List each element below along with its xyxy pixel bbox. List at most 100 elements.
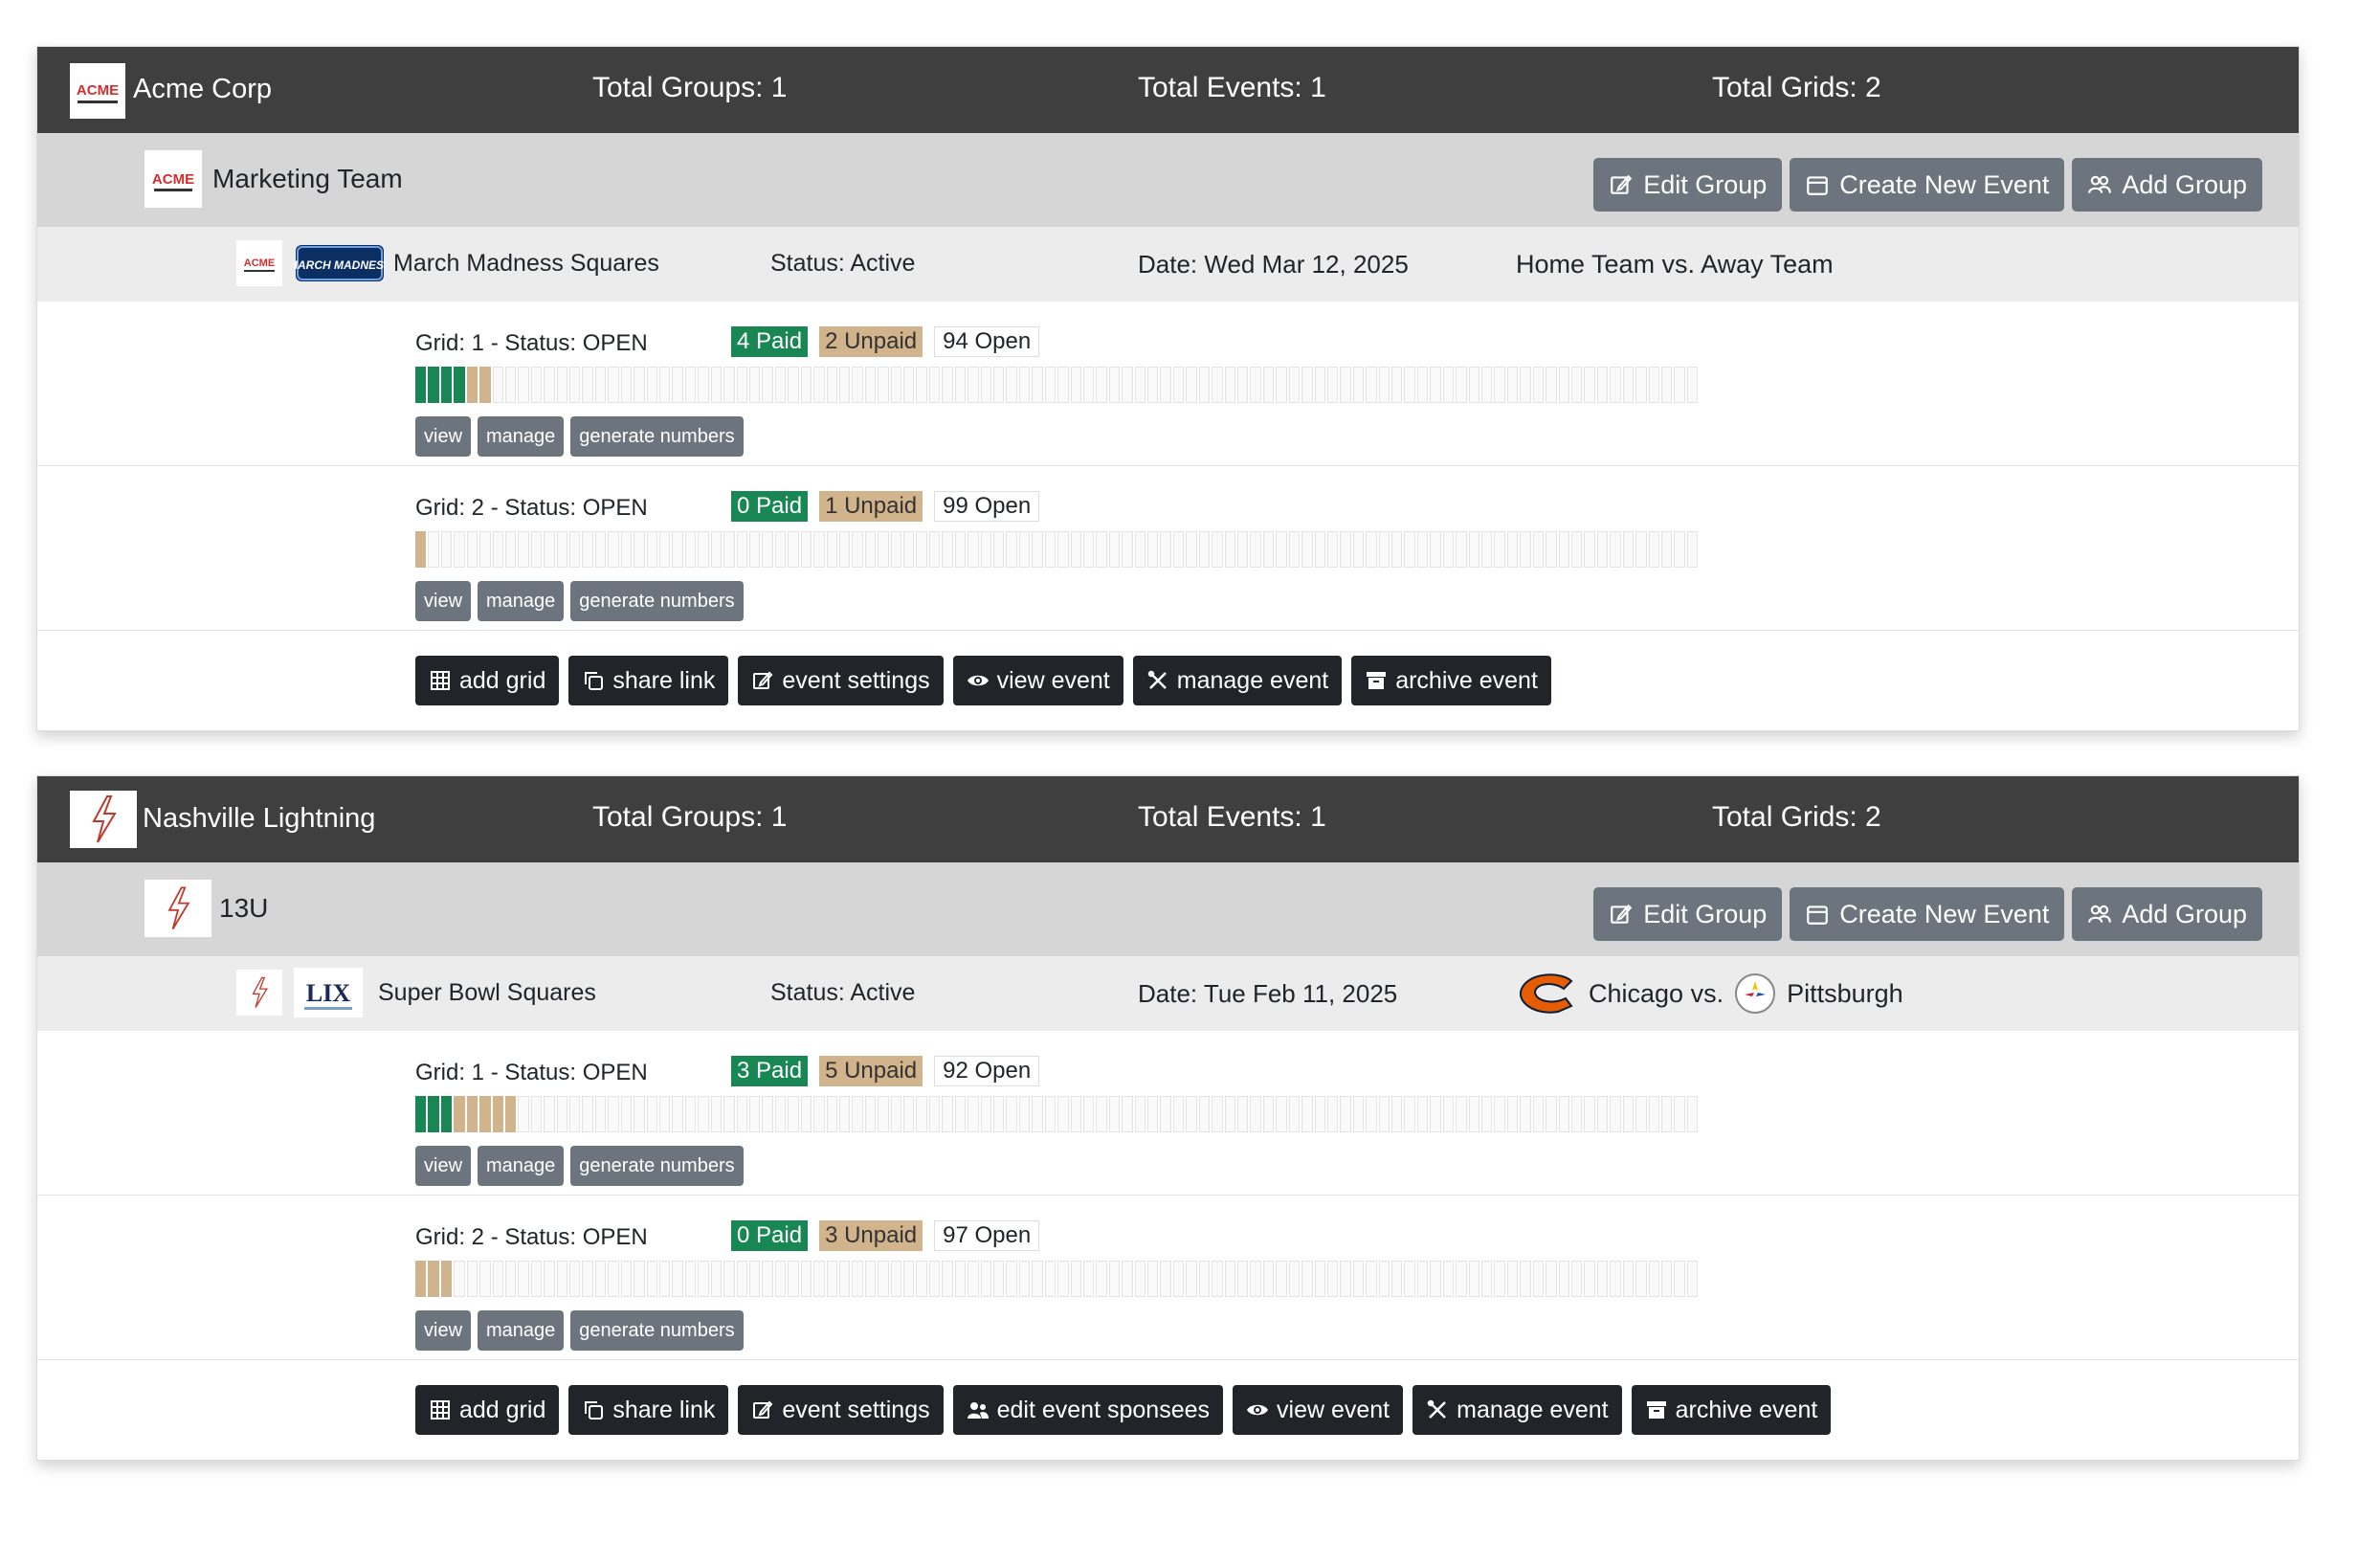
square-open bbox=[1172, 531, 1185, 568]
square-open bbox=[698, 1261, 709, 1297]
edit-group-button[interactable]: Edit Group bbox=[1593, 158, 1783, 212]
grid-progress bbox=[415, 367, 1699, 403]
square-open bbox=[1430, 1096, 1441, 1132]
square-open bbox=[968, 1261, 979, 1297]
edit-icon bbox=[753, 1400, 773, 1419]
grid-title: Grid: 1 - Status: OPEN bbox=[415, 330, 648, 356]
manage-grid-button[interactable]: manage bbox=[478, 1310, 565, 1351]
square-open bbox=[1648, 1261, 1659, 1297]
add-group-button[interactable]: Add Group bbox=[2072, 158, 2262, 212]
square-open bbox=[992, 1261, 1005, 1297]
square-open bbox=[1224, 1261, 1235, 1297]
square-open bbox=[710, 1261, 723, 1297]
generate-numbers-button[interactable]: generate numbers bbox=[570, 416, 744, 457]
unpaid-badge: 2 Unpaid bbox=[819, 326, 923, 357]
square-open bbox=[1108, 367, 1121, 403]
square-open bbox=[723, 1261, 735, 1297]
view-grid-button[interactable]: view bbox=[415, 416, 472, 457]
add-grid-button[interactable]: add grid bbox=[415, 1385, 560, 1435]
square-open bbox=[1391, 367, 1403, 403]
square-open bbox=[1301, 1261, 1313, 1297]
square-open bbox=[466, 1261, 478, 1297]
create-new-event-button[interactable]: Create New Event bbox=[1790, 887, 2065, 941]
manage-grid-button[interactable]: manage bbox=[478, 416, 565, 457]
generate-numbers-button[interactable]: generate numbers bbox=[570, 581, 744, 621]
square-open bbox=[774, 1096, 787, 1132]
square-open bbox=[1070, 1261, 1081, 1297]
square-open bbox=[659, 531, 671, 568]
generate-numbers-button[interactable]: generate numbers bbox=[570, 1310, 744, 1351]
square-open bbox=[1635, 1261, 1647, 1297]
generate-numbers-button[interactable]: generate numbers bbox=[570, 1146, 744, 1186]
square-open bbox=[852, 1096, 863, 1132]
grid-badges: 0 Paid 1 Unpaid 99 Open bbox=[731, 491, 1040, 522]
view-grid-button[interactable]: view bbox=[415, 581, 472, 621]
svg-text:MARCH MADNESS: MARCH MADNESS bbox=[294, 258, 386, 272]
square-open bbox=[1070, 367, 1081, 403]
archive-event-button[interactable]: archive event bbox=[1631, 1385, 1832, 1435]
square-open bbox=[684, 1096, 697, 1132]
square-open bbox=[903, 1096, 915, 1132]
super-bowl-logo: LIX bbox=[294, 968, 363, 1017]
square-open bbox=[1366, 1261, 1377, 1297]
view-grid-button[interactable]: view bbox=[415, 1310, 472, 1351]
square-open bbox=[788, 1096, 799, 1132]
square-open bbox=[1584, 531, 1595, 568]
square-paid bbox=[440, 1096, 453, 1132]
paid-badge: 3 Paid bbox=[731, 1056, 809, 1086]
square-open bbox=[594, 367, 607, 403]
total-events: Total Events: 1 bbox=[1138, 72, 1326, 103]
manage-grid-button[interactable]: manage bbox=[478, 581, 565, 621]
view-grid-button[interactable]: view bbox=[415, 1146, 472, 1186]
grid-row: Grid: 1 - Status: OPEN 3 Paid 5 Unpaid 9… bbox=[37, 1031, 2299, 1196]
lightning-icon bbox=[252, 976, 268, 1008]
event-settings-button[interactable]: event settings bbox=[738, 656, 944, 705]
add-group-button[interactable]: Add Group bbox=[2072, 887, 2262, 941]
add-grid-button[interactable]: add grid bbox=[415, 656, 560, 705]
square-open bbox=[1301, 531, 1313, 568]
manage-event-button[interactable]: manage event bbox=[1132, 656, 1343, 705]
square-open bbox=[1622, 531, 1635, 568]
event-org-logo: ACME bbox=[236, 240, 282, 286]
open-badge: 97 Open bbox=[934, 1220, 1040, 1251]
square-open bbox=[1160, 1261, 1171, 1297]
square-open bbox=[1212, 1261, 1223, 1297]
view-event-button[interactable]: view event bbox=[1233, 1385, 1404, 1435]
square-open bbox=[1558, 1096, 1569, 1132]
event-settings-button[interactable]: event settings bbox=[738, 1385, 944, 1435]
eye-icon bbox=[967, 675, 989, 686]
square-open bbox=[1442, 1096, 1455, 1132]
archive-event-button[interactable]: archive event bbox=[1351, 656, 1551, 705]
square-open bbox=[479, 531, 491, 568]
square-open bbox=[826, 367, 837, 403]
share-link-button[interactable]: share link bbox=[568, 1385, 729, 1435]
edit-group-button[interactable]: Edit Group bbox=[1593, 887, 1783, 941]
square-open bbox=[1546, 367, 1557, 403]
square-open bbox=[1032, 1261, 1043, 1297]
org-card: ACME Acme Corp Total Groups: 1 Total Eve… bbox=[36, 46, 2300, 731]
square-open bbox=[1314, 367, 1325, 403]
square-open bbox=[1596, 531, 1609, 568]
square-open bbox=[1686, 1096, 1699, 1132]
view-event-button[interactable]: view event bbox=[952, 656, 1123, 705]
create-new-event-button[interactable]: Create New Event bbox=[1790, 158, 2065, 212]
edit-event-sponsees-button[interactable]: edit event sponsees bbox=[952, 1385, 1224, 1435]
manage-event-button[interactable]: manage event bbox=[1412, 1385, 1622, 1435]
manage-grid-button[interactable]: manage bbox=[478, 1146, 565, 1186]
dashboard: ACME Acme Corp Total Groups: 1 Total Eve… bbox=[36, 46, 2300, 1505]
square-open bbox=[659, 1096, 671, 1132]
unpaid-badge: 3 Unpaid bbox=[819, 1220, 923, 1251]
unpaid-badge: 5 Unpaid bbox=[819, 1056, 923, 1086]
square-open bbox=[1122, 1096, 1133, 1132]
share-link-button[interactable]: share link bbox=[568, 656, 729, 705]
square-open bbox=[698, 367, 709, 403]
square-open bbox=[1326, 1261, 1339, 1297]
square-open bbox=[1057, 1261, 1069, 1297]
square-open bbox=[992, 531, 1005, 568]
grid-badges: 4 Paid 2 Unpaid 94 Open bbox=[731, 326, 1040, 357]
square-open bbox=[466, 531, 478, 568]
square-open bbox=[942, 531, 953, 568]
square-open bbox=[1391, 1261, 1403, 1297]
square-open bbox=[748, 1096, 761, 1132]
square-open bbox=[1250, 367, 1261, 403]
